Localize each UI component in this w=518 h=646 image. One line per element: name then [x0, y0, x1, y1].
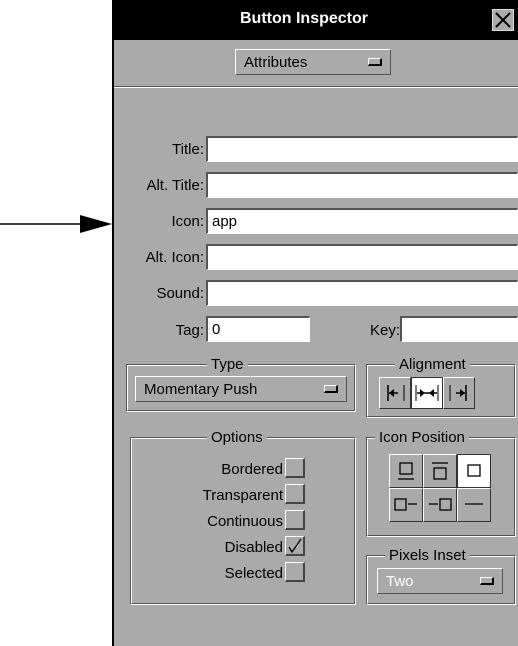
- key-label: Key:: [369, 322, 400, 339]
- type-group-title: Type: [207, 356, 248, 373]
- align-right-icon: [449, 385, 467, 401]
- tag-field[interactable]: 0: [206, 316, 310, 342]
- alt-icon-field[interactable]: [206, 244, 518, 270]
- option-label: Disabled: [224, 539, 283, 556]
- icon-pos-title-below-icon: [465, 503, 483, 505]
- icon-field[interactable]: app: [206, 208, 518, 234]
- sound-field[interactable]: [206, 280, 518, 306]
- icon-pos-right-icon: [429, 498, 452, 511]
- type-group: Type Momentary Push: [126, 356, 356, 412]
- pixels-inset-group: Pixels Inset Two: [366, 547, 516, 605]
- transparent-checkbox[interactable]: [285, 484, 305, 504]
- sound-label: Sound:: [156, 285, 204, 302]
- type-popup-label: Momentary Push: [144, 381, 258, 398]
- tag-field-value: 0: [212, 321, 221, 338]
- button-inspector-panel: Button Inspector Attributes Title: Alt. …: [112, 0, 518, 646]
- align-right-button[interactable]: [443, 377, 475, 409]
- icon-pos-left-icon: [394, 498, 417, 511]
- align-left-icon: [387, 385, 405, 401]
- title-label: Title:: [172, 141, 204, 158]
- icon-pos-above-button[interactable]: [423, 454, 457, 488]
- disabled-checkbox[interactable]: [285, 536, 305, 556]
- icon-field-value: app: [212, 213, 238, 230]
- align-center-icon: [415, 385, 439, 401]
- icon-pos-icon-only-icon: [467, 464, 481, 477]
- attributes-popup[interactable]: Attributes: [235, 49, 391, 75]
- icon-pos-title-only-button[interactable]: [389, 454, 423, 488]
- bordered-checkbox[interactable]: [285, 458, 305, 478]
- type-popup[interactable]: Momentary Push: [135, 376, 347, 402]
- selected-checkbox[interactable]: [285, 562, 305, 582]
- pixels-inset-popup-label: Two: [386, 573, 414, 590]
- icon-pos-right-button[interactable]: [423, 488, 457, 522]
- alt-icon-label: Alt. Icon:: [145, 249, 204, 266]
- icon-pos-above-icon: [432, 462, 448, 480]
- icon-position-group: Icon Position: [366, 429, 516, 537]
- pixels-inset-popup[interactable]: Two: [377, 568, 503, 594]
- icon-pos-left-button[interactable]: [389, 488, 423, 522]
- window-title: Button Inspector: [240, 10, 368, 27]
- option-label: Transparent: [202, 487, 283, 504]
- option-label: Selected: [224, 565, 283, 582]
- close-button[interactable]: [492, 9, 514, 31]
- alt-title-field[interactable]: [206, 172, 518, 198]
- options-group-title: Options: [207, 429, 267, 446]
- alignment-group-title: Alignment: [395, 356, 470, 373]
- tag-label: Tag:: [175, 322, 204, 339]
- arrow-right-icon: [0, 215, 112, 233]
- popup-knob-icon: [368, 58, 382, 66]
- icon-pos-title-below-button[interactable]: [457, 488, 491, 522]
- close-icon: [495, 12, 511, 28]
- icon-pos-title-only-icon: [398, 462, 414, 480]
- title-field[interactable]: [206, 136, 518, 162]
- checkmark-icon: [288, 538, 302, 554]
- popup-knob-icon: [324, 385, 338, 393]
- align-left-button[interactable]: [379, 377, 411, 409]
- alignment-group: Alignment: [366, 356, 516, 418]
- icon-pos-icon-only-button[interactable]: [457, 454, 491, 488]
- icon-label: Icon:: [171, 213, 204, 230]
- attributes-popup-label: Attributes: [244, 54, 308, 71]
- options-group: Options Bordered Transparent Continuous …: [130, 429, 356, 605]
- option-label: Bordered: [221, 461, 283, 478]
- continuous-checkbox[interactable]: [285, 510, 305, 530]
- key-field[interactable]: [400, 316, 518, 342]
- option-label: Continuous: [207, 513, 283, 530]
- title-bar[interactable]: Button Inspector: [114, 0, 518, 40]
- align-center-button[interactable]: [411, 377, 443, 409]
- alt-title-label: Alt. Title:: [146, 177, 204, 194]
- popup-knob-icon: [480, 577, 494, 585]
- header-divider: [114, 86, 518, 88]
- pixels-inset-group-title: Pixels Inset: [385, 547, 470, 564]
- icon-position-group-title: Icon Position: [375, 429, 469, 446]
